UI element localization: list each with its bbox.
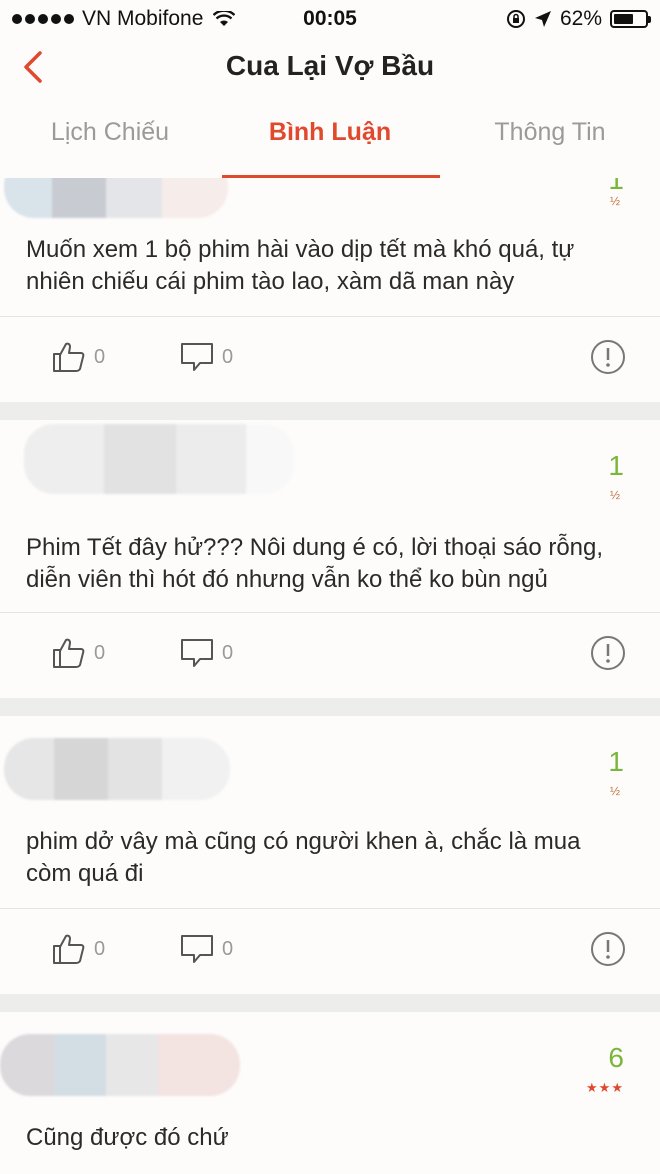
battery-level <box>614 14 633 24</box>
report-icon[interactable] <box>590 931 626 967</box>
comment-actions: 0 0 <box>0 612 660 697</box>
card-divider <box>0 402 660 420</box>
reply-count: 0 <box>222 641 234 664</box>
comment-card: 1 ½ phim dở vây mà cũng có người khen à,… <box>0 716 660 994</box>
report-icon[interactable] <box>590 635 626 671</box>
tab-thong-tin[interactable]: Thông Tin <box>440 118 660 147</box>
tab-lich-chieu[interactable]: Lịch Chiếu <box>0 118 220 147</box>
comment-icon <box>181 935 213 963</box>
avatar <box>24 424 294 494</box>
reply-button[interactable]: 0 <box>180 637 233 669</box>
battery-percent: 62% <box>559 7 602 30</box>
rating-sub: ½ <box>609 488 620 502</box>
battery-icon <box>610 10 651 28</box>
comment-text: phim dở vây mà cũng có người khen à, chắ… <box>26 828 581 887</box>
comment-actions: 0 0 <box>0 908 660 993</box>
comment-card: 6 ★★★ Cũng được đó chứ <box>0 1012 660 1174</box>
thumbs-up-icon <box>53 638 85 668</box>
card-divider <box>0 698 660 716</box>
status-right: 62% <box>506 7 651 31</box>
like-count: 0 <box>94 641 106 664</box>
card-divider <box>0 994 660 1012</box>
status-bar: VN Mobifone 00:05 62% <box>0 0 660 36</box>
like-button[interactable]: 0 <box>52 637 105 669</box>
comment-text: Muốn xem 1 bộ phim hài vào dịp tết mà kh… <box>26 236 575 295</box>
rating-sub: ½ <box>609 784 620 798</box>
like-count: 0 <box>94 345 106 368</box>
comment-actions: 0 0 <box>0 316 660 401</box>
rotation-lock-icon <box>506 10 525 28</box>
reply-button[interactable]: 0 <box>180 933 233 965</box>
thumbs-up-icon <box>53 934 85 964</box>
comment-icon <box>181 343 213 371</box>
like-button[interactable]: 0 <box>52 341 105 373</box>
avatar <box>4 738 230 800</box>
like-count: 0 <box>94 937 106 960</box>
report-icon[interactable] <box>590 339 626 375</box>
comments-list[interactable]: 1 ½ Muốn xem 1 bộ phim hài vào dịp tết m… <box>0 178 660 1174</box>
rating-score: 1 <box>608 746 624 777</box>
comment-card: 1 ½ Muốn xem 1 bộ phim hài vào dịp tết m… <box>0 178 660 402</box>
tab-bar: Lịch Chiếu Bình Luận Thông Tin <box>0 102 660 179</box>
comment-text: Cũng được đó chứ <box>26 1124 229 1151</box>
page-title: Cua Lại Vợ Bầu <box>225 50 435 81</box>
thumbs-up-icon <box>53 342 85 372</box>
nav-bar: Cua Lại Vợ Bầu <box>0 36 660 102</box>
comment-icon <box>181 639 213 667</box>
rating-sub: ½ <box>609 194 620 208</box>
rating-score: 1 <box>608 450 624 481</box>
location-icon <box>534 11 551 27</box>
comment-card: 1 ½ Phim Tết đây hử??? Nôi dung é có, lờ… <box>0 420 660 698</box>
avatar <box>0 1034 240 1096</box>
reply-count: 0 <box>222 345 234 368</box>
comment-text: Phim Tết đây hử??? Nôi dung é có, lời th… <box>26 534 604 593</box>
like-button[interactable]: 0 <box>52 933 105 965</box>
reply-count: 0 <box>222 937 234 960</box>
reply-button[interactable]: 0 <box>180 341 233 373</box>
avatar <box>4 178 228 218</box>
rating-score: 6 <box>608 1042 624 1073</box>
tab-binh-luan[interactable]: Bình Luận <box>220 118 440 147</box>
rating-stars: ★★★ <box>586 1080 624 1095</box>
